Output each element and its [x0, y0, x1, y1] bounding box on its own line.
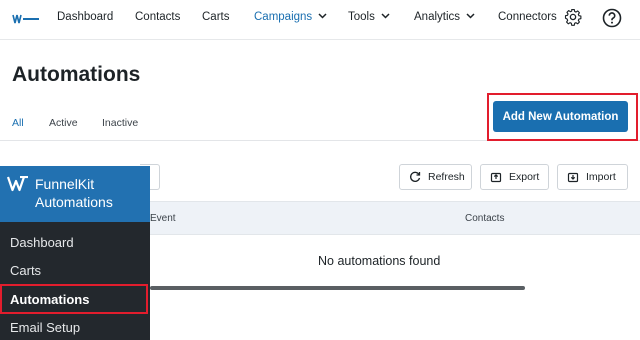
- column-header-event[interactable]: Event: [150, 213, 176, 224]
- horizontal-scrollbar[interactable]: [150, 286, 525, 290]
- empty-state-message: No automations found: [318, 254, 441, 268]
- sidebar-item-highlight: [0, 284, 148, 314]
- import-label: Import: [586, 171, 616, 183]
- nav-campaigns-label: Campaigns: [254, 11, 313, 23]
- nav-tools-label: Tools: [348, 11, 375, 23]
- nav-dashboard[interactable]: Dashboard: [57, 11, 113, 23]
- chevron-down-icon: [381, 13, 390, 19]
- nav-connectors[interactable]: Connectors: [498, 11, 557, 23]
- chevron-down-icon: [466, 13, 475, 19]
- sidebar-item-carts[interactable]: Carts: [10, 263, 41, 278]
- funnelkit-brand-icon: [7, 176, 28, 192]
- sidebar-brand-line2: Automations: [35, 194, 113, 210]
- nav-tools[interactable]: Tools: [348, 11, 390, 23]
- refresh-button[interactable]: Refresh: [399, 164, 472, 190]
- export-icon: [490, 172, 502, 183]
- refresh-icon: [410, 171, 421, 182]
- tab-all[interactable]: All: [12, 117, 24, 129]
- import-icon: [567, 172, 579, 183]
- add-new-automation-button[interactable]: Add New Automation: [493, 101, 628, 132]
- nav-analytics-label: Analytics: [414, 11, 461, 23]
- sidebar-brand-line1: FunnelKit: [35, 176, 95, 192]
- top-navigation: Dashboard Contacts Carts Campaigns Tools…: [0, 0, 640, 40]
- sidebar-brand-name: FunnelKit Automations: [35, 175, 113, 211]
- nav-carts[interactable]: Carts: [202, 11, 229, 23]
- import-button[interactable]: Import: [557, 164, 628, 190]
- export-button[interactable]: Export: [480, 164, 549, 190]
- sidebar-item-dashboard[interactable]: Dashboard: [10, 235, 74, 250]
- tab-active[interactable]: Active: [49, 117, 78, 129]
- help-icon[interactable]: [602, 8, 622, 33]
- chevron-down-icon: [318, 13, 327, 19]
- sidebar-item-email-setup[interactable]: Email Setup: [10, 320, 80, 335]
- column-header-contacts[interactable]: Contacts: [465, 213, 504, 224]
- export-label: Export: [509, 171, 540, 183]
- nav-contacts[interactable]: Contacts: [135, 11, 180, 23]
- funnelkit-logo[interactable]: [12, 12, 40, 26]
- nav-campaigns[interactable]: Campaigns: [254, 11, 327, 23]
- funnelkit-logo-icon: [12, 14, 39, 24]
- refresh-label: Refresh: [428, 171, 465, 183]
- nav-analytics[interactable]: Analytics: [414, 11, 475, 23]
- page-title: Automations: [12, 63, 141, 86]
- tab-inactive[interactable]: Inactive: [102, 117, 138, 129]
- gear-icon[interactable]: [564, 8, 582, 31]
- sidebar-brand[interactable]: FunnelKit Automations: [0, 166, 150, 222]
